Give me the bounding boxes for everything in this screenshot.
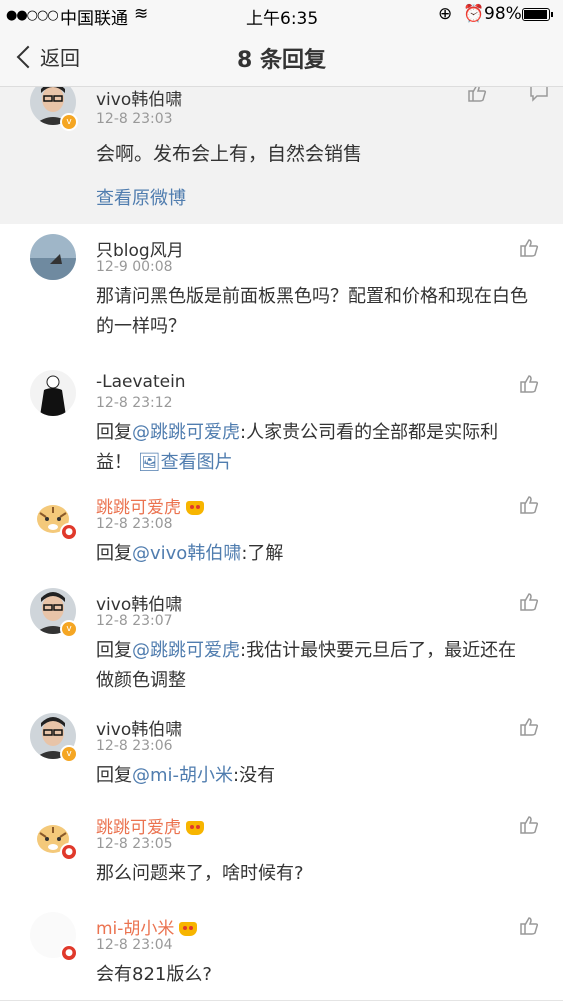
battery-icon: [522, 8, 553, 21]
comment-item[interactable]: 只blog风月 12-9 00:08 那请问黑色版是前面板黑色吗？配置和价格和现在白…: [0, 224, 563, 361]
view-image-link[interactable]: 🖼查看图片: [138, 452, 233, 473]
comment-item[interactable]: ● mi-胡小米 12-8 23:04 会有821版么?: [0, 902, 563, 1001]
avatar[interactable]: [30, 370, 76, 416]
comment-time: 12-8 23:04: [96, 937, 173, 953]
comment-body: 那请问黑色版是前面板黑色吗？配置和价格和现在白色的一样吗？: [96, 286, 528, 337]
commenter-name[interactable]: 只blog风月: [96, 236, 184, 261]
comment-time: 12-8 23:08: [96, 516, 173, 532]
comment-time: 12-9 00:08: [96, 259, 173, 275]
reply-prefix: 回复: [96, 640, 132, 661]
wifi-icon: ≋: [134, 4, 149, 24]
member-badge-icon: ●: [60, 843, 78, 861]
comment-icon[interactable]: [529, 87, 549, 103]
alarm-icon: ⏰: [463, 4, 485, 24]
member-badge-icon: ●: [60, 523, 78, 541]
vip-crown-icon: [179, 922, 198, 936]
like-icon[interactable]: [519, 495, 539, 515]
comment-time: 12-8 23:07: [96, 613, 173, 629]
reply-prefix: 回复: [96, 765, 132, 786]
vip-crown-icon: [186, 501, 204, 515]
like-icon[interactable]: [467, 87, 487, 103]
status-bar: ●●○○○ 中国联通 ≋ 上午6:35 ⊕ ⏰ 98%: [0, 0, 563, 30]
comment-item[interactable]: ● 跳跳可爱虎 12-8 23:05 那么问题来了，啥时候有?: [0, 801, 563, 903]
like-icon[interactable]: [519, 238, 539, 258]
comment-item[interactable]: v vivo韩伯啸 12-8 23:07 回复@跳跳可爱虎:我估计最快要元旦后了，最近…: [0, 578, 563, 704]
comment-body: :了解: [241, 543, 284, 564]
comment-item[interactable]: v vivo韩伯啸 12-8 23:06 回复@mi-胡小米:没有: [0, 703, 563, 802]
reply-prefix: 回复: [96, 543, 132, 564]
rotation-lock-icon: ⊕: [438, 4, 453, 24]
commenter-name[interactable]: mi-胡小米: [96, 914, 198, 939]
comment-item[interactable]: -Laevatein 12-8 23:12 回复@跳跳可爱虎:人家贵公司看的全部都是…: [0, 360, 563, 482]
comment-text: 会有821版么?: [96, 960, 533, 990]
commenter-name[interactable]: 跳跳可爱虎: [96, 813, 204, 838]
reply-prefix: 回复: [96, 422, 132, 443]
image-icon: 🖼: [137, 452, 161, 473]
view-original-post-link[interactable]: 查看原微博: [96, 184, 186, 210]
like-icon[interactable]: [519, 592, 539, 612]
page-title: 8 条回复: [237, 48, 326, 73]
like-icon[interactable]: [519, 374, 539, 394]
member-badge-icon: ●: [60, 944, 78, 962]
mention-link[interactable]: @mi-胡小米: [132, 765, 233, 786]
mention-link[interactable]: @跳跳可爱虎: [132, 422, 240, 443]
original-comment: v vivo韩伯啸 12-8 23:03 会啊。发布会上有，自然会销售 查看原微…: [0, 87, 563, 224]
comment-text: 回复@mi-胡小米:没有: [96, 761, 533, 791]
comment-text: 回复@跳跳可爱虎:人家贵公司看的全部都是实际利益！ 🖼查看图片: [96, 418, 533, 478]
comment-item[interactable]: ● 跳跳可爱虎 12-8 23:08 回复@vivo韩伯啸:了解: [0, 481, 563, 579]
commenter-name[interactable]: vivo韩伯啸: [96, 590, 182, 615]
like-icon[interactable]: [519, 815, 539, 835]
verified-badge-icon: v: [60, 620, 78, 638]
comment-time: 12-8 23:03: [96, 111, 173, 127]
comment-time: 12-8 23:05: [96, 836, 173, 852]
commenter-name[interactable]: vivo韩伯啸: [96, 715, 182, 740]
nav-bar: 返回 8 条回复: [0, 30, 563, 87]
comment-time: 12-8 23:06: [96, 738, 173, 754]
comment-text: 回复@跳跳可爱虎:我估计最快要元旦后了，最近还在做颜色调整: [96, 636, 533, 696]
battery-percent: 98%: [484, 4, 522, 24]
commenter-name[interactable]: vivo韩伯啸: [96, 87, 182, 110]
mention-link[interactable]: @跳跳可爱虎: [132, 640, 240, 661]
comment-body: :没有: [233, 765, 276, 786]
status-time: 上午6:35: [246, 9, 319, 29]
battery-fill: [524, 10, 547, 19]
comment-text: 回复@vivo韩伯啸:了解: [96, 539, 533, 569]
avatar[interactable]: [30, 234, 76, 280]
comment-body: 会有821版么?: [96, 964, 212, 985]
signal-icon: ●●○○○: [6, 8, 59, 23]
like-icon[interactable]: [519, 717, 539, 737]
mention-link[interactable]: @vivo韩伯啸: [132, 543, 241, 564]
comment-text: 那请问黑色版是前面板黑色吗？配置和价格和现在白色的一样吗？: [96, 282, 533, 342]
vip-crown-icon: [186, 821, 204, 835]
comment-text: 会啊。发布会上有，自然会销售: [96, 143, 363, 165]
view-image-label: 查看图片: [160, 452, 233, 473]
commenter-name[interactable]: 跳跳可爱虎: [96, 493, 204, 518]
comment-time: 12-8 23:12: [96, 395, 173, 411]
comment-body: 那么问题来了，啥时候有?: [96, 863, 304, 884]
comment-text: 那么问题来了，啥时候有?: [96, 859, 533, 889]
commenter-name[interactable]: -Laevatein: [96, 372, 186, 392]
verified-badge-icon: v: [60, 113, 78, 131]
verified-badge-icon: v: [60, 745, 78, 763]
carrier-label: 中国联通: [60, 9, 128, 29]
like-icon[interactable]: [519, 916, 539, 936]
